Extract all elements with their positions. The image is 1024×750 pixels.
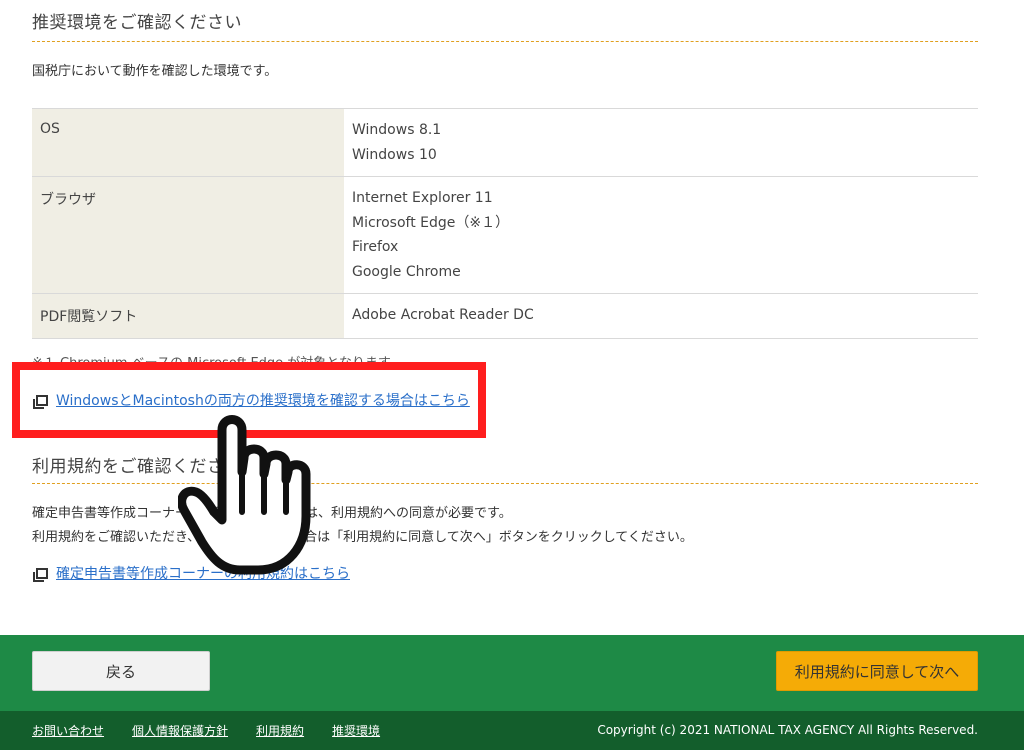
action-bar: 戻る 利用規約に同意して次へ — [0, 635, 1024, 711]
env-table: OS Windows 8.1 Windows 10 ブラウザ Internet … — [32, 108, 978, 339]
env-label-os: OS — [32, 108, 344, 177]
env-label-browser: ブラウザ — [32, 176, 344, 294]
env-value-item: Firefox — [352, 239, 399, 255]
env-value-os: Windows 8.1 Windows 10 — [344, 108, 978, 177]
env-lead-text: 国税庁において動作を確認した環境です。 — [32, 64, 278, 79]
env-value-item: Internet Explorer 11 — [352, 190, 493, 206]
hand-pointer-icon — [178, 415, 311, 575]
env-value-item: Windows 10 — [352, 146, 437, 163]
env-value-item: Windows 8.1 — [352, 122, 442, 138]
footer-link-environment[interactable]: 推奨環境 — [332, 722, 380, 739]
env-value-item: Adobe Acrobat Reader DC — [352, 307, 534, 323]
env-value-item: Microsoft Edge（※１） — [352, 214, 510, 231]
footer-link-contact[interactable]: お問い合わせ — [32, 722, 104, 739]
table-row: OS Windows 8.1 Windows 10 — [32, 108, 978, 177]
env-label-pdf: PDF閲覧ソフト — [32, 293, 344, 339]
env-value-pdf: Adobe Acrobat Reader DC — [344, 293, 978, 339]
agree-next-button[interactable]: 利用規約に同意して次へ — [776, 651, 978, 691]
footer-links: お問い合わせ 個人情報保護方針 利用規約 推奨環境 — [32, 722, 380, 739]
footer: お問い合わせ 個人情報保護方針 利用規約 推奨環境 Copyright (c) … — [0, 711, 1024, 750]
table-row: ブラウザ Internet Explorer 11 Microsoft Edge… — [32, 176, 978, 294]
table-row: PDF閲覧ソフト Adobe Acrobat Reader DC — [32, 293, 978, 339]
external-window-icon — [33, 567, 48, 582]
back-button[interactable]: 戻る — [32, 651, 210, 691]
terms-text-line2: 利用規約をご確認いただき、同意いただける場合は「利用規約に同意して次へ」ボタンを… — [32, 530, 693, 545]
env-value-item: Google Chrome — [352, 263, 461, 280]
env-value-browser: Internet Explorer 11 Microsoft Edge（※１） … — [344, 176, 978, 294]
env-section-heading: 推奨環境をご確認ください — [32, 8, 978, 42]
footer-link-terms[interactable]: 利用規約 — [256, 722, 304, 739]
copyright-text: Copyright (c) 2021 NATIONAL TAX AGENCY A… — [597, 723, 978, 737]
terms-section-heading: 利用規約をご確認ください — [32, 452, 978, 484]
footer-link-privacy[interactable]: 個人情報保護方針 — [132, 722, 228, 739]
